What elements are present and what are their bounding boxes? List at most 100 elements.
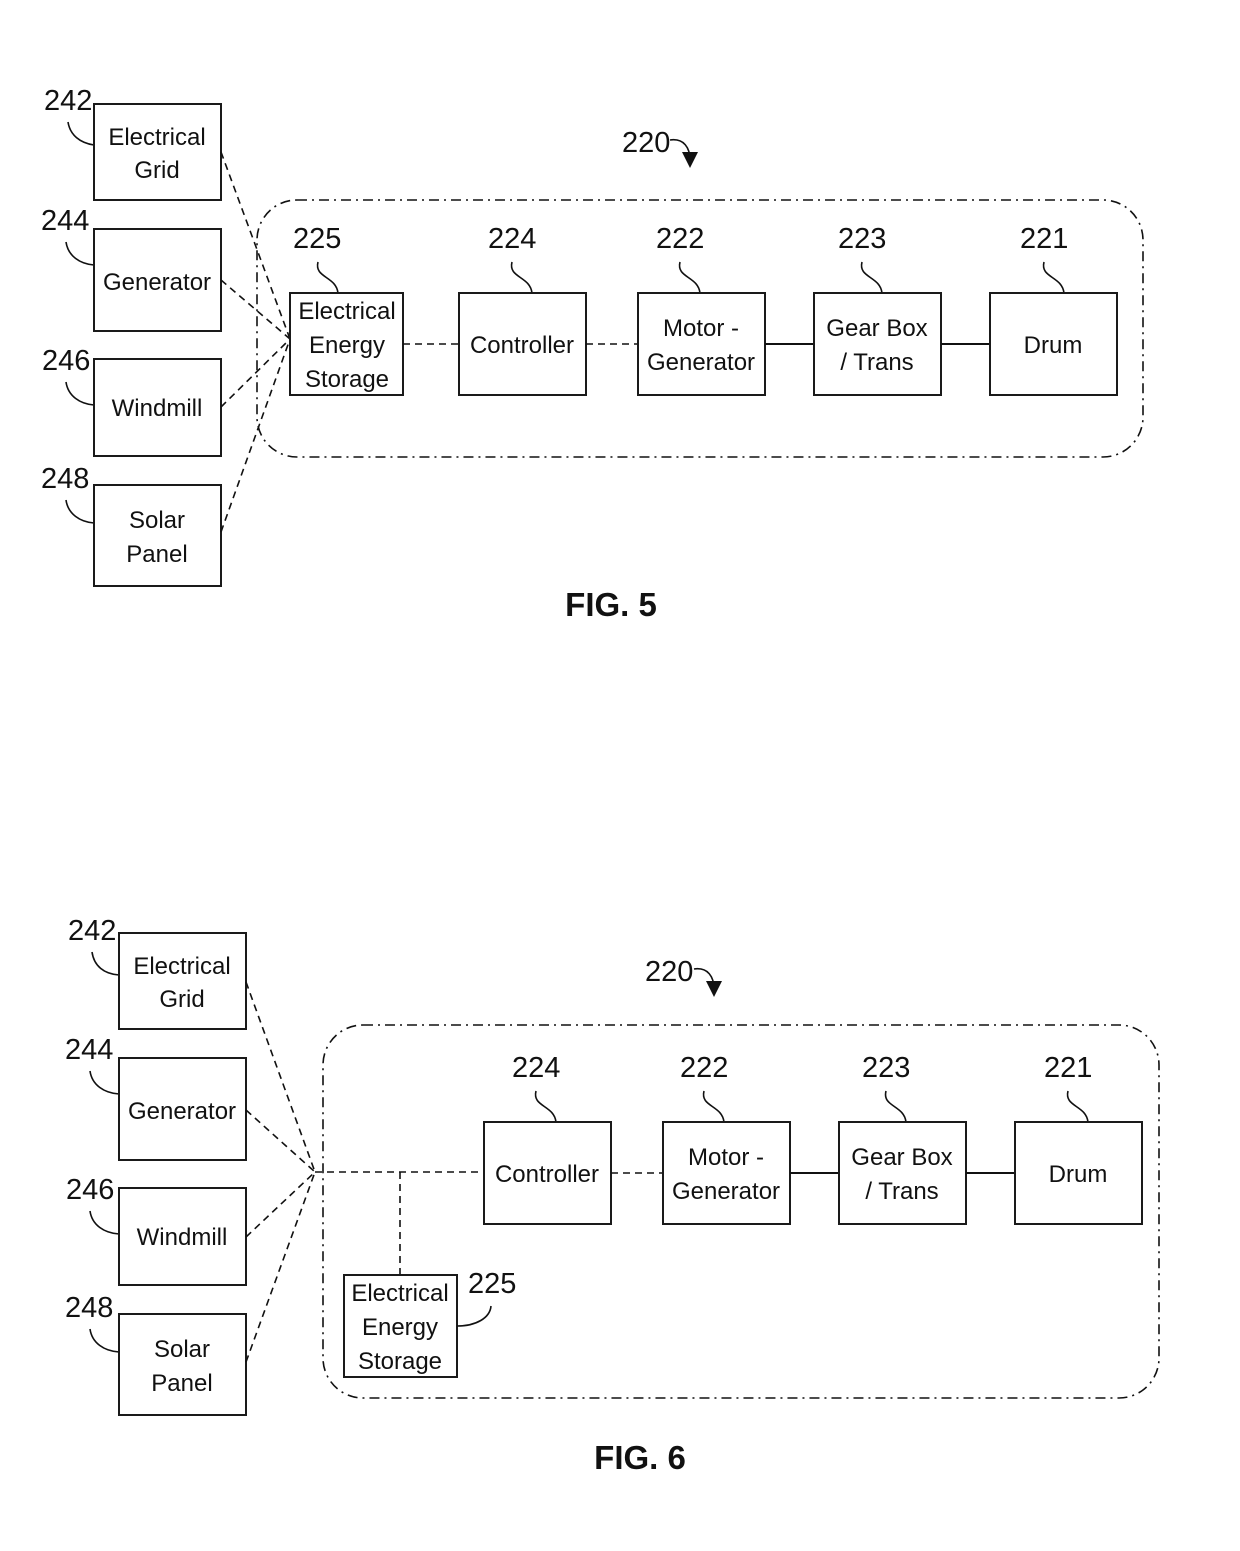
svg-text:Storage: Storage xyxy=(305,366,389,393)
svg-text:Gear Box: Gear Box xyxy=(851,1144,952,1171)
source-windmill: 246 Windmill xyxy=(66,1174,247,1286)
svg-text:242: 242 xyxy=(68,915,116,947)
motor-generator-box xyxy=(637,292,766,396)
connection-line xyxy=(220,151,291,340)
figure-caption: FIG. 6 xyxy=(594,1439,686,1476)
svg-text:Grid: Grid xyxy=(134,157,179,184)
svg-text:Controller: Controller xyxy=(470,332,574,359)
leader-line xyxy=(65,499,95,524)
svg-text:Generator: Generator xyxy=(672,1178,780,1205)
component-electrical-energy-storage: Electrical Energy Storage 225 xyxy=(343,1268,516,1378)
svg-text:Panel: Panel xyxy=(151,1370,212,1397)
gear-box-box xyxy=(813,292,942,396)
svg-text:/ Trans: / Trans xyxy=(865,1178,938,1205)
svg-text:244: 244 xyxy=(65,1034,113,1066)
leader-line xyxy=(456,1305,492,1327)
svg-text:222: 222 xyxy=(680,1052,728,1084)
system-ref-220: 220 xyxy=(622,127,698,168)
source-generator: 244 Generator xyxy=(41,205,222,332)
svg-text:Electrical: Electrical xyxy=(133,953,230,980)
leader-line xyxy=(510,261,533,294)
svg-text:Drum: Drum xyxy=(1049,1161,1108,1188)
leader-line xyxy=(1066,1090,1089,1123)
connection-line xyxy=(245,1171,316,1363)
component-drum: 221 Drum xyxy=(1014,1052,1143,1225)
leader-line xyxy=(860,261,883,294)
svg-text:Motor -: Motor - xyxy=(663,315,739,342)
motor-generator-box xyxy=(662,1121,791,1225)
connection-line xyxy=(245,1171,316,1238)
svg-text:Grid: Grid xyxy=(159,986,204,1013)
figure-caption: FIG. 5 xyxy=(565,586,657,623)
source-windmill: 246 Windmill xyxy=(42,345,222,457)
svg-text:Electrical: Electrical xyxy=(298,298,395,325)
component-drum: 221 Drum xyxy=(989,223,1118,396)
source-generator: 244 Generator xyxy=(65,1034,247,1161)
patent-drawing-sheet: 220 242 Electrical Grid 244 Generator 24… xyxy=(41,85,1160,1476)
connection-line xyxy=(245,1109,316,1173)
source-solar-panel: 248 Solar Panel xyxy=(41,463,222,587)
source-solar-panel: 248 Solar Panel xyxy=(65,1292,247,1416)
leader-line xyxy=(702,1090,725,1123)
svg-text:225: 225 xyxy=(293,223,341,255)
svg-text:Storage: Storage xyxy=(358,1348,442,1375)
svg-text:Windmill: Windmill xyxy=(137,1224,228,1251)
leader-line xyxy=(65,241,95,266)
svg-text:Energy: Energy xyxy=(309,332,385,359)
leader-line xyxy=(1042,261,1065,294)
svg-text:220: 220 xyxy=(622,127,670,159)
component-motor-generator: 222 Motor - Generator xyxy=(662,1052,791,1225)
svg-text:242: 242 xyxy=(44,85,92,117)
connection-line xyxy=(220,338,291,408)
component-motor-generator: 222 Motor - Generator xyxy=(637,223,766,396)
svg-text:Solar: Solar xyxy=(129,507,185,534)
svg-text:Generator: Generator xyxy=(103,269,211,296)
component-controller: 224 Controller xyxy=(458,223,587,396)
leader-line xyxy=(89,1328,120,1353)
svg-text:220: 220 xyxy=(645,956,693,988)
component-electrical-energy-storage: 225 Electrical Energy Storage xyxy=(289,223,404,396)
connection-line xyxy=(220,338,291,533)
svg-text:Generator: Generator xyxy=(128,1098,236,1125)
svg-text:223: 223 xyxy=(838,223,886,255)
svg-text:Panel: Panel xyxy=(126,541,187,568)
svg-text:Motor -: Motor - xyxy=(688,1144,764,1171)
system-ref-220: 220 xyxy=(645,956,722,997)
leader-line xyxy=(89,1070,120,1095)
leader-line xyxy=(65,381,95,406)
svg-text:246: 246 xyxy=(66,1174,114,1206)
leader-line xyxy=(316,261,339,294)
svg-text:224: 224 xyxy=(512,1052,560,1084)
component-controller: 224 Controller xyxy=(483,1052,612,1225)
leader-line xyxy=(534,1090,557,1123)
solar-panel-box xyxy=(93,484,222,587)
leader-line xyxy=(678,261,701,294)
source-connections xyxy=(220,151,291,533)
source-electrical-grid: 242 Electrical Grid xyxy=(44,85,222,201)
svg-text:Electrical: Electrical xyxy=(108,124,205,151)
svg-text:Electrical: Electrical xyxy=(351,1280,448,1307)
svg-text:Gear Box: Gear Box xyxy=(826,315,927,342)
svg-text:223: 223 xyxy=(862,1052,910,1084)
svg-text:Solar: Solar xyxy=(154,1336,210,1363)
electrical-grid-box xyxy=(93,103,222,201)
figure-5: 220 242 Electrical Grid 244 Generator 24… xyxy=(41,85,1144,623)
svg-text:246: 246 xyxy=(42,345,90,377)
svg-text:225: 225 xyxy=(468,1268,516,1300)
svg-text:/ Trans: / Trans xyxy=(840,349,913,376)
svg-text:244: 244 xyxy=(41,205,89,237)
svg-text:Energy: Energy xyxy=(362,1314,438,1341)
svg-text:Windmill: Windmill xyxy=(112,395,203,422)
leader-line xyxy=(89,1210,120,1235)
connection-line xyxy=(245,981,316,1173)
svg-text:222: 222 xyxy=(656,223,704,255)
svg-text:248: 248 xyxy=(65,1292,113,1324)
svg-text:Drum: Drum xyxy=(1024,332,1083,359)
figure-6: 220 242 Electrical Grid 244 Generator 24… xyxy=(65,915,1160,1476)
svg-text:Generator: Generator xyxy=(647,349,755,376)
gear-box-box xyxy=(838,1121,967,1225)
leader-line xyxy=(91,951,120,976)
source-electrical-grid: 242 Electrical Grid xyxy=(68,915,247,1030)
component-gear-box: 223 Gear Box / Trans xyxy=(838,1052,967,1225)
svg-text:248: 248 xyxy=(41,463,89,495)
